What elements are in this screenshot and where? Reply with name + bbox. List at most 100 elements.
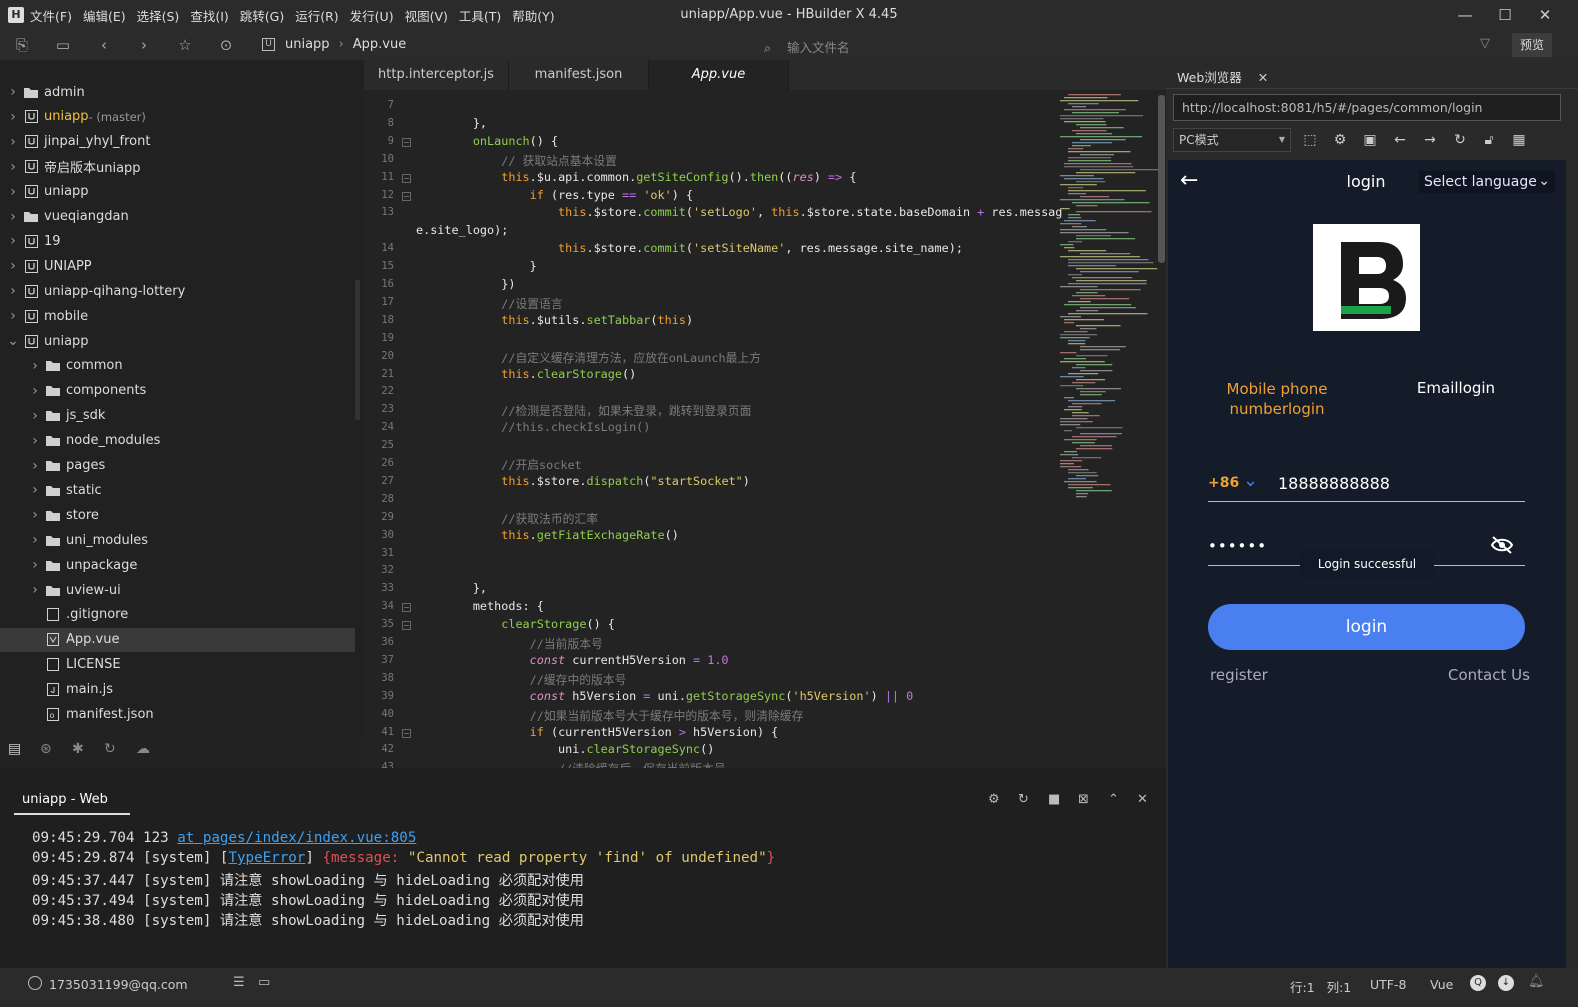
tree-item[interactable]: › 帝启版本uniapp — [0, 155, 355, 179]
chevron-right-icon[interactable]: › — [6, 159, 20, 175]
chevron-right-icon[interactable]: › — [6, 308, 20, 324]
chevron-right-icon[interactable]: › — [28, 507, 42, 523]
close-panel-icon[interactable]: ✕ — [1137, 792, 1148, 807]
tree-item[interactable]: › node_modules — [0, 429, 355, 453]
chevron-right-icon[interactable]: › — [28, 358, 42, 374]
clear-console-icon[interactable]: ⊠ — [1078, 792, 1089, 807]
tab-email-login[interactable]: Emaillogin — [1400, 379, 1512, 397]
browser-tab[interactable]: Web浏览器 ✕ — [1177, 67, 1268, 86]
settings-icon[interactable]: ⚙ — [1330, 130, 1350, 150]
country-chevron-icon[interactable]: ⌄ — [1243, 470, 1258, 491]
tree-item[interactable]: › uview-ui — [0, 578, 355, 602]
tree-item[interactable]: App.vue — [0, 627, 355, 652]
tree-item[interactable]: o manifest.json — [0, 703, 355, 727]
chat-icon[interactable]: Q — [1470, 975, 1486, 991]
star-icon[interactable]: ☆ — [175, 35, 195, 55]
binoculars-icon[interactable]: ⊛ — [40, 741, 52, 757]
devtools-icon[interactable]: ▣ — [1360, 130, 1380, 150]
tree-item[interactable]: › pages — [0, 454, 355, 478]
bell-icon[interactable]: 🔔︎ — [1528, 974, 1545, 989]
chevron-right-icon[interactable]: › — [28, 557, 42, 573]
refresh-icon[interactable]: ↻ — [1450, 130, 1470, 150]
chevron-down-icon[interactable]: ⌄ — [6, 333, 20, 349]
chevron-right-icon[interactable]: › — [6, 258, 20, 274]
sidebar-scrollbar[interactable] — [355, 280, 360, 420]
chevron-right-icon[interactable]: › — [28, 383, 42, 399]
tree-item[interactable]: › common — [0, 354, 355, 378]
maximize-button[interactable]: ☐ — [1488, 0, 1522, 30]
tree-item[interactable]: .gitignore — [0, 603, 355, 627]
chevron-right-icon[interactable]: › — [28, 458, 42, 474]
debug-console-icon[interactable]: ⚙ — [988, 792, 1000, 807]
user-account[interactable]: 1735031199@qq.com — [49, 977, 188, 992]
tree-item[interactable]: ⌄ uniapp — [0, 329, 355, 353]
login-button[interactable]: login — [1208, 604, 1525, 650]
browser-forward-icon[interactable]: → — [1420, 130, 1440, 150]
back-icon[interactable]: ‹ — [94, 35, 114, 55]
file-search[interactable]: ⌕ 输入文件名 — [764, 37, 850, 56]
tree-item[interactable]: › unpackage — [0, 553, 355, 577]
tab-phone-login[interactable]: Mobile phone numberlogin — [1213, 379, 1341, 419]
chevron-right-icon[interactable]: › — [28, 433, 42, 449]
cursor-position[interactable]: 行:1 列:1 — [1290, 977, 1351, 996]
qrcode-icon[interactable]: ▦ — [1509, 130, 1529, 150]
fold-icon[interactable]: − — [402, 603, 411, 613]
chevron-right-icon[interactable]: › — [28, 582, 42, 598]
tab-manifest[interactable]: manifest.json — [509, 60, 649, 90]
tree-item[interactable]: › jinpai_yhyl_front — [0, 130, 355, 154]
tree-item[interactable]: › UNIAPP — [0, 254, 355, 278]
close-tab-icon[interactable]: ✕ — [1258, 70, 1268, 85]
code-editor[interactable]: 78 }, 9− onLaunch() {10 // 获取站点基本设置 11− th… — [364, 90, 1166, 768]
tab-http-interceptor[interactable]: http.interceptor.js — [364, 60, 509, 90]
chevron-right-icon[interactable]: › — [6, 209, 20, 225]
open-external-icon[interactable]: ⬚ — [1300, 130, 1320, 150]
terminal-icon[interactable]: ▭ — [258, 975, 270, 990]
chevron-right-icon[interactable]: › — [6, 84, 20, 100]
tree-item[interactable]: › store — [0, 503, 355, 527]
browser-mode-select[interactable]: PC模式 ▼ — [1173, 128, 1291, 152]
tree-item[interactable]: › uni_modules — [0, 528, 355, 552]
chevron-right-icon[interactable]: › — [6, 283, 20, 299]
stop-icon[interactable]: ■ — [1048, 792, 1060, 807]
browser-back-icon[interactable]: ← — [1390, 130, 1410, 150]
console-tab[interactable]: uniapp - Web — [22, 792, 108, 807]
chevron-right-icon[interactable]: › — [6, 184, 20, 200]
tree-item[interactable]: › js_sdk — [0, 404, 355, 428]
chevron-right-icon[interactable]: › — [6, 109, 20, 125]
fold-icon[interactable]: − — [402, 137, 411, 147]
filter-icon[interactable]: ▽ — [1480, 36, 1490, 51]
password-input[interactable]: •••••• — [1208, 537, 1267, 555]
tree-item[interactable]: › components — [0, 379, 355, 403]
close-window-button[interactable]: ✕ — [1528, 0, 1562, 30]
tree-item[interactable]: › admin — [0, 80, 355, 104]
explorer-icon[interactable]: ▤ — [8, 741, 21, 757]
language-select[interactable]: Select language ⌄ — [1419, 171, 1555, 193]
fold-icon[interactable]: − — [402, 728, 411, 738]
tree-item[interactable]: › uniapp - (master) — [0, 105, 355, 129]
tab-app-vue[interactable]: App.vue — [649, 60, 789, 90]
run-icon[interactable]: ⊙ — [216, 35, 236, 55]
country-code[interactable]: +86 — [1208, 475, 1239, 491]
tree-item[interactable]: LICENSE — [0, 653, 355, 677]
forward-icon[interactable]: › — [134, 35, 154, 55]
tree-item[interactable]: › static — [0, 478, 355, 502]
save-icon[interactable]: ▭ — [53, 35, 73, 55]
chevron-right-icon[interactable]: › — [28, 482, 42, 498]
eye-off-icon[interactable] — [1490, 535, 1514, 555]
fold-icon[interactable]: − — [402, 621, 411, 631]
chevron-right-icon[interactable]: › — [6, 233, 20, 249]
tree-item[interactable]: main.js — [0, 678, 355, 702]
minimize-button[interactable]: — — [1448, 0, 1482, 30]
back-arrow-icon[interactable]: ← — [1180, 168, 1198, 193]
lock-icon[interactable]: 🔓︎ — [1479, 130, 1499, 150]
breadcrumb-file[interactable]: App.vue — [353, 37, 406, 52]
git-icon[interactable]: ↻ — [104, 741, 116, 757]
language-mode[interactable]: Vue — [1430, 977, 1453, 992]
phone-input[interactable]: 18888888888 — [1278, 474, 1390, 493]
browser-url-bar[interactable]: http://localhost:8081/h5/#/pages/common/… — [1173, 94, 1561, 121]
maximize-panel-icon[interactable]: ⌃ — [1108, 792, 1119, 807]
breadcrumb-project[interactable]: uniapp — [285, 37, 330, 52]
chevron-right-icon[interactable]: › — [28, 532, 42, 548]
restart-icon[interactable]: ↻ — [1018, 792, 1029, 807]
tree-item[interactable]: › vueqiangdan — [0, 205, 355, 229]
